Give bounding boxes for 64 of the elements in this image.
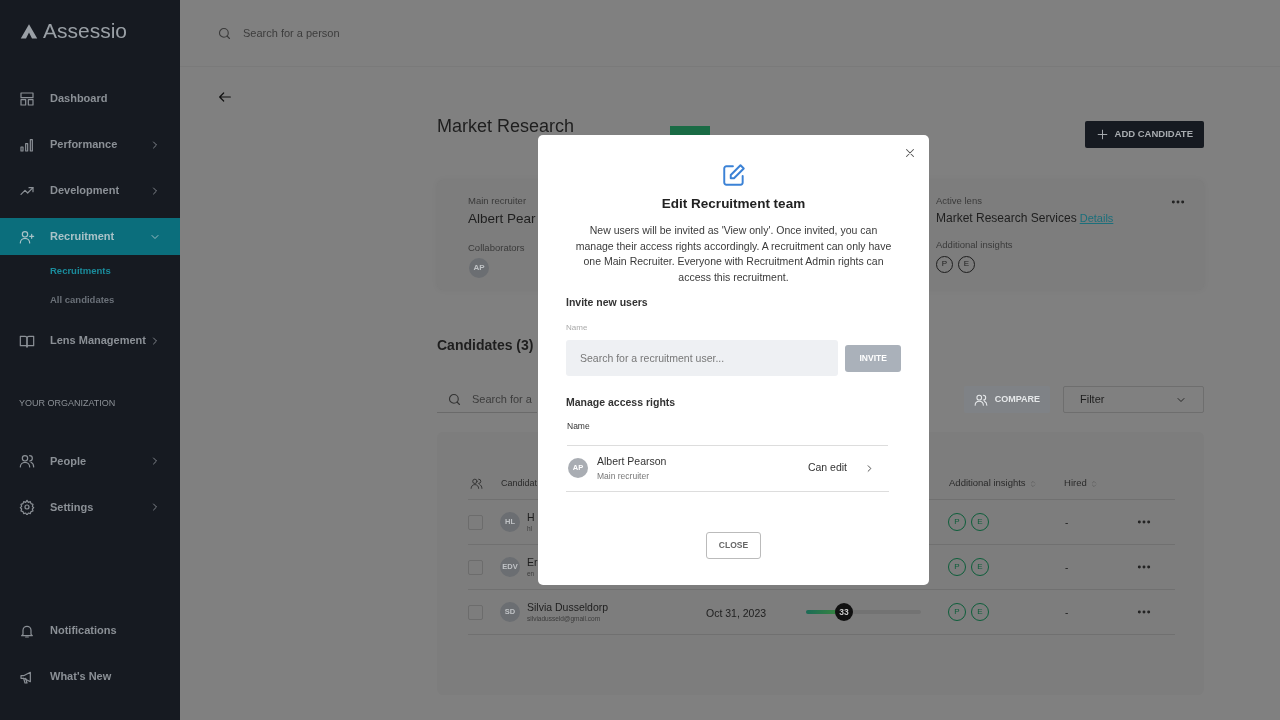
filter-dropdown[interactable]: Filter <box>1063 386 1204 413</box>
score-thumb: 33 <box>834 603 853 621</box>
nav-item[interactable]: Lens Management <box>0 322 180 359</box>
hired-value: - <box>1064 605 1070 620</box>
nav-item[interactable]: Recruitment <box>0 218 180 255</box>
section-heading: Manage access rights <box>566 395 677 410</box>
section-heading: Invite new users <box>566 295 649 311</box>
edit-icon <box>720 162 747 188</box>
hired-value: - <box>1064 515 1070 530</box>
logo-icon <box>19 22 39 40</box>
section-label: YOUR ORGANIZATION <box>19 397 117 410</box>
modal-title: Edit Recruitment team <box>661 195 806 213</box>
bar-chart-icon <box>19 136 35 153</box>
settings-icon <box>19 499 35 515</box>
people-icon <box>470 477 483 490</box>
submenu-item[interactable]: All candidates <box>50 293 180 313</box>
modal-description: New users will be invited as 'View only'. Once invited, you can manage their access rights accordingly. A recruitment can only have one Main Recruiter. Everyone with Recruitment Admin rights can access this recruitment. <box>574 223 893 285</box>
user-plus-icon <box>19 228 35 245</box>
candidate-search-field[interactable]: Search for a <box>437 386 537 413</box>
search-field[interactable]: Search for a person <box>243 24 340 42</box>
column-header[interactable]: Hired <box>1064 476 1098 491</box>
plus-icon <box>1095 127 1109 141</box>
nav-item[interactable]: Notifications <box>0 612 180 649</box>
lens-name: Market Research Services <box>936 210 1077 228</box>
access-level: Can edit <box>807 460 847 476</box>
section-heading: Candidates (3) <box>437 336 534 355</box>
avatar: AP <box>469 257 489 278</box>
column-header[interactable]: Candidat <box>501 476 538 491</box>
field-label: Additional insights <box>936 238 1013 253</box>
dashboard-icon <box>19 90 35 107</box>
search-icon <box>447 391 462 407</box>
nav-item[interactable]: Development <box>0 172 180 209</box>
column-header: Name <box>567 419 888 446</box>
recruiter-name: Albert Pear <box>468 210 536 229</box>
people-icon <box>19 453 35 469</box>
member-role: Main recruiter <box>597 469 650 483</box>
close-button[interactable]: CLOSE <box>706 531 761 559</box>
add-candidate-button[interactable]: ADD CANDIDATE <box>1084 120 1204 148</box>
close-button[interactable] <box>903 146 917 160</box>
app-logo-text: Assessio <box>43 20 128 42</box>
field-label: Collaborators <box>468 240 525 255</box>
member-name: Albert Pearson <box>597 453 668 469</box>
nav-item[interactable]: People <box>0 442 180 480</box>
candidate-name: H <box>527 510 535 524</box>
page-title: Market Research <box>437 114 575 138</box>
hired-value: - <box>1064 560 1070 575</box>
field-label: Active lens <box>936 194 982 208</box>
people-icon <box>973 392 988 407</box>
nav-item[interactable]: Dashboard <box>0 80 180 117</box>
nav-item[interactable]: Settings <box>0 488 180 526</box>
submenu-item[interactable]: Recruitments <box>50 264 180 284</box>
search-icon <box>217 25 232 41</box>
field-label: Name <box>566 322 589 334</box>
user-search-field[interactable]: Search for a recruitment user... <box>566 340 839 376</box>
column-header[interactable]: Additional insights <box>949 476 1065 491</box>
close-icon <box>903 146 917 160</box>
nav-item[interactable]: Performance <box>0 126 180 163</box>
date-text: Oct 31, 2023 <box>706 607 767 619</box>
compare-button[interactable]: COMPARE <box>963 386 1050 413</box>
nav-item[interactable]: What's New <box>0 658 180 695</box>
candidate-name: Silvia Dusseldorp <box>527 600 609 614</box>
back-arrow-icon <box>217 89 233 105</box>
candidate-name: Er <box>527 555 538 569</box>
field-label: Main recruiter <box>468 194 527 208</box>
